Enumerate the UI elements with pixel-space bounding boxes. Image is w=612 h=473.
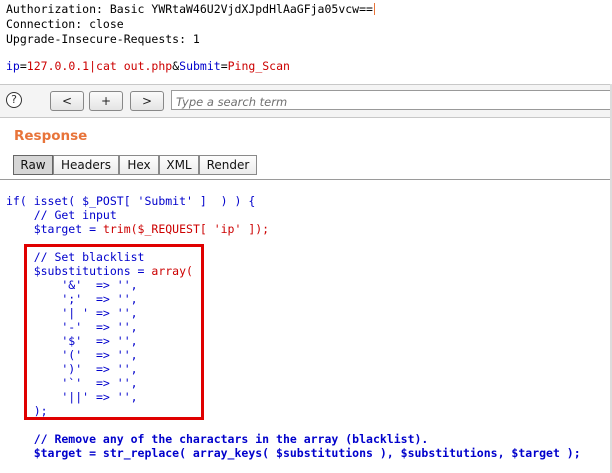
code-comment: // Remove any of the charactars in the a…	[6, 432, 429, 446]
search-box[interactable]	[171, 90, 611, 111]
response-divider	[0, 179, 612, 180]
code-line: $substitutions = array(	[6, 264, 193, 279]
tab-hex[interactable]: Hex	[119, 155, 159, 175]
param-ip-value: 127.0.0.1|cat out.php	[26, 59, 173, 73]
param-submit-name: Submit	[179, 59, 221, 73]
code-line: if( isset( $_POST[ 'Submit' ] ) ) {	[6, 194, 256, 208]
blacklist-entry: ';' => '',	[6, 292, 138, 306]
blacklist-entry: '&' => '',	[6, 278, 138, 292]
blacklist-entry: '`' => '',	[6, 376, 138, 390]
code-comment: // Get input	[6, 208, 117, 222]
response-body[interactable]: if( isset( $_POST[ 'Submit' ] ) ) { // G…	[0, 192, 612, 473]
code-comment: // Set blacklist	[6, 250, 145, 264]
code-call: array(	[151, 264, 193, 278]
response-title: Response	[14, 128, 88, 144]
text-caret	[373, 3, 375, 15]
help-icon[interactable]: ?	[6, 92, 22, 108]
code-line: );	[6, 404, 48, 418]
blacklist-entry: '(' => '',	[6, 348, 138, 362]
param-submit-value: Ping_Scan	[227, 59, 290, 73]
tab-raw[interactable]: Raw	[13, 155, 53, 175]
blacklist-entry: ')' => '',	[6, 362, 138, 376]
search-toolbar: ? < + >	[0, 84, 612, 118]
code-var: $substitutions =	[6, 264, 152, 278]
search-input[interactable]	[172, 93, 610, 111]
blacklist-entry: '$' => '',	[6, 334, 138, 348]
tab-render[interactable]: Render	[199, 155, 257, 175]
blacklist-entry: '| ' => '',	[6, 306, 138, 320]
tab-xml[interactable]: XML	[159, 155, 199, 175]
tab-headers[interactable]: Headers	[53, 155, 119, 175]
blacklist-entry: '-' => '',	[6, 320, 138, 334]
param-ip-name: ip	[6, 59, 20, 73]
param-submit-equals: =	[220, 59, 228, 73]
request-line-upgrade: Upgrade-Insecure-Requests: 1	[6, 32, 200, 46]
previous-match-button[interactable]: <	[50, 91, 84, 111]
code-line: $target = str_replace( array_keys( $subs…	[6, 446, 581, 460]
request-body: ip=127.0.0.1|cat out.php&Submit=Ping_Sca…	[6, 59, 290, 74]
blacklist-entry: '||' => '',	[6, 390, 138, 404]
request-line-connection: Connection: close	[6, 17, 124, 31]
code-line: $target = trim($_REQUEST[ 'ip' ]);	[6, 222, 269, 237]
code-var: $target =	[6, 222, 103, 236]
authorization-header-text: Authorization: Basic YWRtaW46U2VjdXJpdHl…	[6, 2, 373, 16]
add-button[interactable]: +	[89, 91, 123, 111]
request-editor[interactable]: Authorization: Basic YWRtaW46U2VjdXJpdHl…	[0, 0, 612, 80]
next-match-button[interactable]: >	[130, 91, 164, 111]
param-ip-equals: =	[19, 59, 27, 73]
code-call: trim($_REQUEST[ 'ip' ]);	[102, 222, 270, 236]
request-line-authorization: Authorization: Basic YWRtaW46U2VjdXJpdHl…	[6, 2, 375, 17]
